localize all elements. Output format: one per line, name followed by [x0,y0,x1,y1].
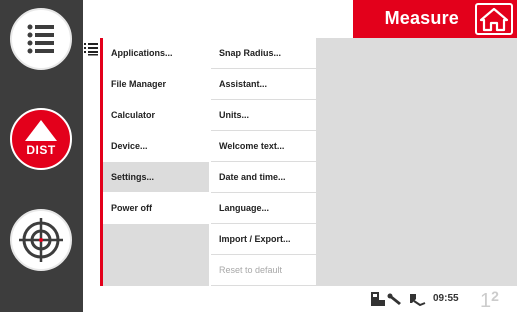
home-button[interactable] [475,3,513,35]
clock: 09:55 [433,293,459,304]
submenu-indicator [83,38,100,286]
page-title: Measure [384,8,459,28]
menu-item-file-manager[interactable]: File Manager [103,69,209,100]
dist-label: DIST [26,143,56,157]
submenu-item-import-export[interactable]: Import / Export... [211,224,316,255]
menu-item-device[interactable]: Device... [103,131,209,162]
status-bar: 09:55 12 [83,286,517,312]
menu-item-power-off[interactable]: Power off [103,193,209,224]
submenu-item-snap-radius[interactable]: Snap Radius... [211,38,316,69]
main-menu: Applications... File Manager Calculator … [103,38,209,224]
battery-icon [371,292,385,306]
list-menu-icon [27,24,54,54]
menu-item-settings[interactable]: Settings... [103,162,209,193]
settings-submenu: Snap Radius... Assistant... Units... Wel… [209,38,316,286]
connection-plug-icon [410,294,426,307]
submenu-item-language[interactable]: Language... [211,193,316,224]
page-indicator[interactable]: 12 [480,288,499,312]
page-current: 1 [480,290,492,312]
laser-pointer-icon [387,293,401,305]
dist-measure-button[interactable]: DIST [10,108,72,170]
submenu-item-reset-default: Reset to default [211,255,316,286]
page-total: 2 [491,288,499,304]
target-crosshair-icon [19,218,63,262]
submenu-item-welcome-text[interactable]: Welcome text... [211,131,316,162]
submenu-item-assistant[interactable]: Assistant... [211,69,316,100]
triangle-up-icon [25,120,57,141]
left-rail: DIST [0,0,83,312]
submenu-item-date-time[interactable]: Date and time... [211,162,316,193]
home-icon [479,7,509,32]
list-icon [84,43,98,56]
menu-item-applications[interactable]: Applications... [103,38,209,69]
header-bar: Measure [83,0,517,38]
menu-button[interactable] [10,8,72,70]
submenu-item-units[interactable]: Units... [211,100,316,131]
header-title-area: Measure [353,0,517,38]
target-button[interactable] [10,209,72,271]
status-icons [371,292,426,307]
menu-item-calculator[interactable]: Calculator [103,100,209,131]
